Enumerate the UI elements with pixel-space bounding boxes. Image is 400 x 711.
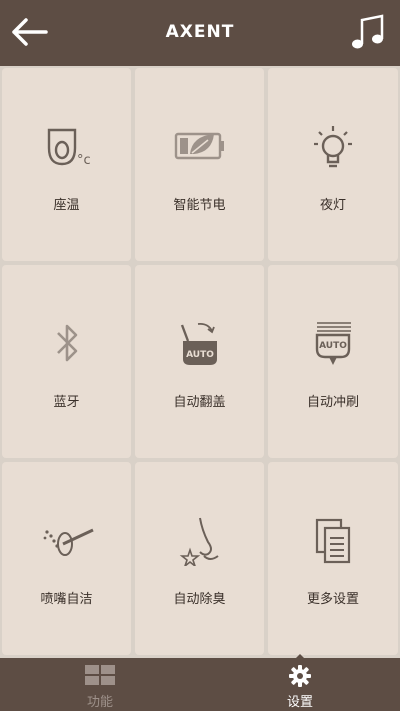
- tile-nozzle-clean[interactable]: 喷嘴自洁: [2, 462, 131, 655]
- tab-settings[interactable]: 设置: [200, 658, 400, 711]
- tile-label: 智能节电: [173, 198, 226, 213]
- tile-label: 蓝牙: [53, 395, 80, 410]
- tile-label: 夜灯: [319, 198, 346, 213]
- tile-label: 自动翻盖: [173, 395, 226, 410]
- music-note-icon: [352, 14, 384, 49]
- seat-temperature-icon: °c: [47, 128, 91, 168]
- temp-unit-text: °c: [77, 153, 91, 168]
- tile-deodorize[interactable]: 自动除臭: [135, 462, 264, 655]
- tile-more-settings[interactable]: 更多设置: [268, 462, 398, 655]
- auto-lid-icon: AUTO: [180, 322, 217, 365]
- tile-power-saving[interactable]: 智能节电: [135, 68, 264, 261]
- auto-text: AUTO: [319, 341, 347, 351]
- grid-icon: [85, 665, 115, 685]
- bluetooth-icon: [56, 324, 77, 362]
- bottom-tab-bar: 功能 设置: [0, 658, 400, 711]
- tab-functions[interactable]: 功能: [0, 658, 200, 711]
- tile-label: 座温: [53, 198, 80, 213]
- gear-icon: [289, 665, 311, 687]
- light-bulb-icon: [314, 126, 352, 168]
- more-settings-icon: [315, 518, 351, 564]
- tile-auto-lid[interactable]: AUTO 自动翻盖: [135, 265, 264, 458]
- tile-night-light[interactable]: 夜灯: [268, 68, 398, 261]
- tile-auto-flush[interactable]: AUTO 自动冲刷: [268, 265, 398, 458]
- tile-label: 自动冲刷: [306, 395, 359, 410]
- app-header: AXENT: [0, 0, 400, 66]
- function-grid: °c 座温 智能节电 夜灯 蓝牙 AUTO 自动翻盖 AUTO 自动冲刷 喷嘴自…: [0, 66, 400, 658]
- deodorize-icon: [179, 517, 219, 566]
- tile-seat-temperature[interactable]: °c 座温: [2, 68, 131, 261]
- tab-label: 设置: [286, 695, 313, 710]
- tile-label: 喷嘴自洁: [40, 592, 93, 607]
- auto-flush-icon: AUTO: [315, 322, 351, 365]
- tab-label: 功能: [86, 695, 113, 710]
- app-title: AXENT: [165, 22, 235, 42]
- nozzle-clean-icon: [43, 528, 94, 556]
- music-button[interactable]: [348, 12, 388, 54]
- tile-label: 更多设置: [306, 592, 359, 607]
- battery-leaf-icon: [174, 132, 224, 160]
- auto-text: AUTO: [186, 350, 214, 360]
- tile-label: 自动除臭: [173, 592, 226, 607]
- tile-bluetooth[interactable]: 蓝牙: [2, 265, 131, 458]
